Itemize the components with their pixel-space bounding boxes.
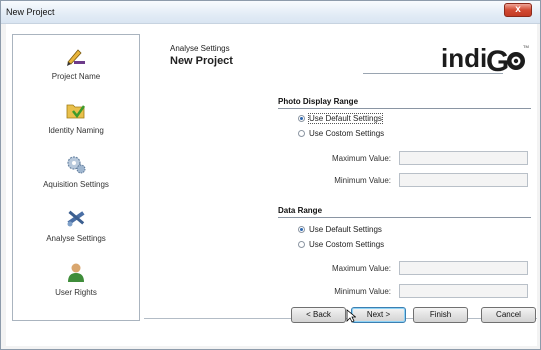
nav-label: Analyse Settings [46, 234, 106, 243]
nav-label: Identity Naming [48, 126, 104, 135]
folder-icon [66, 104, 86, 119]
nav-item-identity-naming[interactable]: Identity Naming [13, 95, 139, 149]
radio-unselected-icon [298, 241, 305, 248]
mouse-pointer-icon [346, 309, 356, 323]
cancel-button[interactable]: Cancel [481, 307, 536, 323]
pen-icon [67, 49, 85, 66]
photo-max-label: Maximum Value: [332, 154, 391, 163]
photo-max-value-input[interactable] [399, 151, 528, 165]
svg-text:TM: TM [523, 44, 529, 49]
section-divider [278, 108, 531, 109]
photo-display-range-title: Photo Display Range [278, 97, 359, 106]
back-button[interactable]: < Back [291, 307, 346, 323]
nav-item-project-name[interactable]: Project Name [13, 41, 139, 95]
data-min-value-input[interactable] [399, 284, 528, 298]
step-subtitle: Analyse Settings [170, 44, 230, 53]
nav-item-analyse-settings[interactable]: Analyse Settings [13, 203, 139, 257]
data-min-label: Minimum Value: [334, 287, 391, 296]
radio-selected-icon [298, 115, 305, 122]
page-title: New Project [170, 55, 233, 67]
nav-label: Project Name [51, 72, 101, 81]
radio-label: Use Default Settings [308, 113, 383, 124]
svg-text:G: G [486, 45, 509, 75]
radio-selected-icon [298, 226, 305, 233]
nav-item-aquisition-settings[interactable]: Aquisition Settings [13, 149, 139, 203]
nav-item-user-rights[interactable]: User Rights [13, 257, 139, 311]
indigo-logo: indi G TM [441, 43, 529, 75]
radio-label: Use Costom Settings [309, 129, 385, 138]
dialog-content: Project Name Identity Naming Aquisition … [6, 24, 537, 346]
next-button[interactable]: Next > [351, 307, 406, 323]
window-title: New Project [6, 7, 55, 17]
nav-label: User Rights [55, 288, 97, 297]
close-icon: x [515, 4, 521, 15]
wizard-step-list: Project Name Identity Naming Aquisition … [12, 34, 140, 321]
title-bar[interactable]: New Project x [1, 1, 540, 24]
section-divider [278, 217, 531, 218]
header-divider [363, 73, 503, 74]
new-project-dialog: New Project x Project Name Identity Nami… [0, 0, 541, 350]
data-max-value-input[interactable] [399, 261, 528, 275]
data-max-label: Maximum Value: [332, 264, 391, 273]
gears-icon [67, 156, 86, 174]
photo-min-label: Minimum Value: [334, 176, 391, 185]
user-icon [68, 263, 84, 282]
svg-text:indi: indi [441, 43, 487, 73]
finish-button[interactable]: Finish [413, 307, 468, 323]
data-range-title: Data Range [278, 206, 323, 215]
nav-label: Aquisition Settings [43, 180, 109, 189]
close-button[interactable]: x [504, 3, 532, 17]
photo-min-value-input[interactable] [399, 173, 528, 187]
tools-icon [67, 210, 85, 227]
radio-unselected-icon [298, 130, 305, 137]
radio-label: Use Costom Settings [309, 240, 385, 249]
radio-label: Use Default Settings [309, 225, 382, 234]
